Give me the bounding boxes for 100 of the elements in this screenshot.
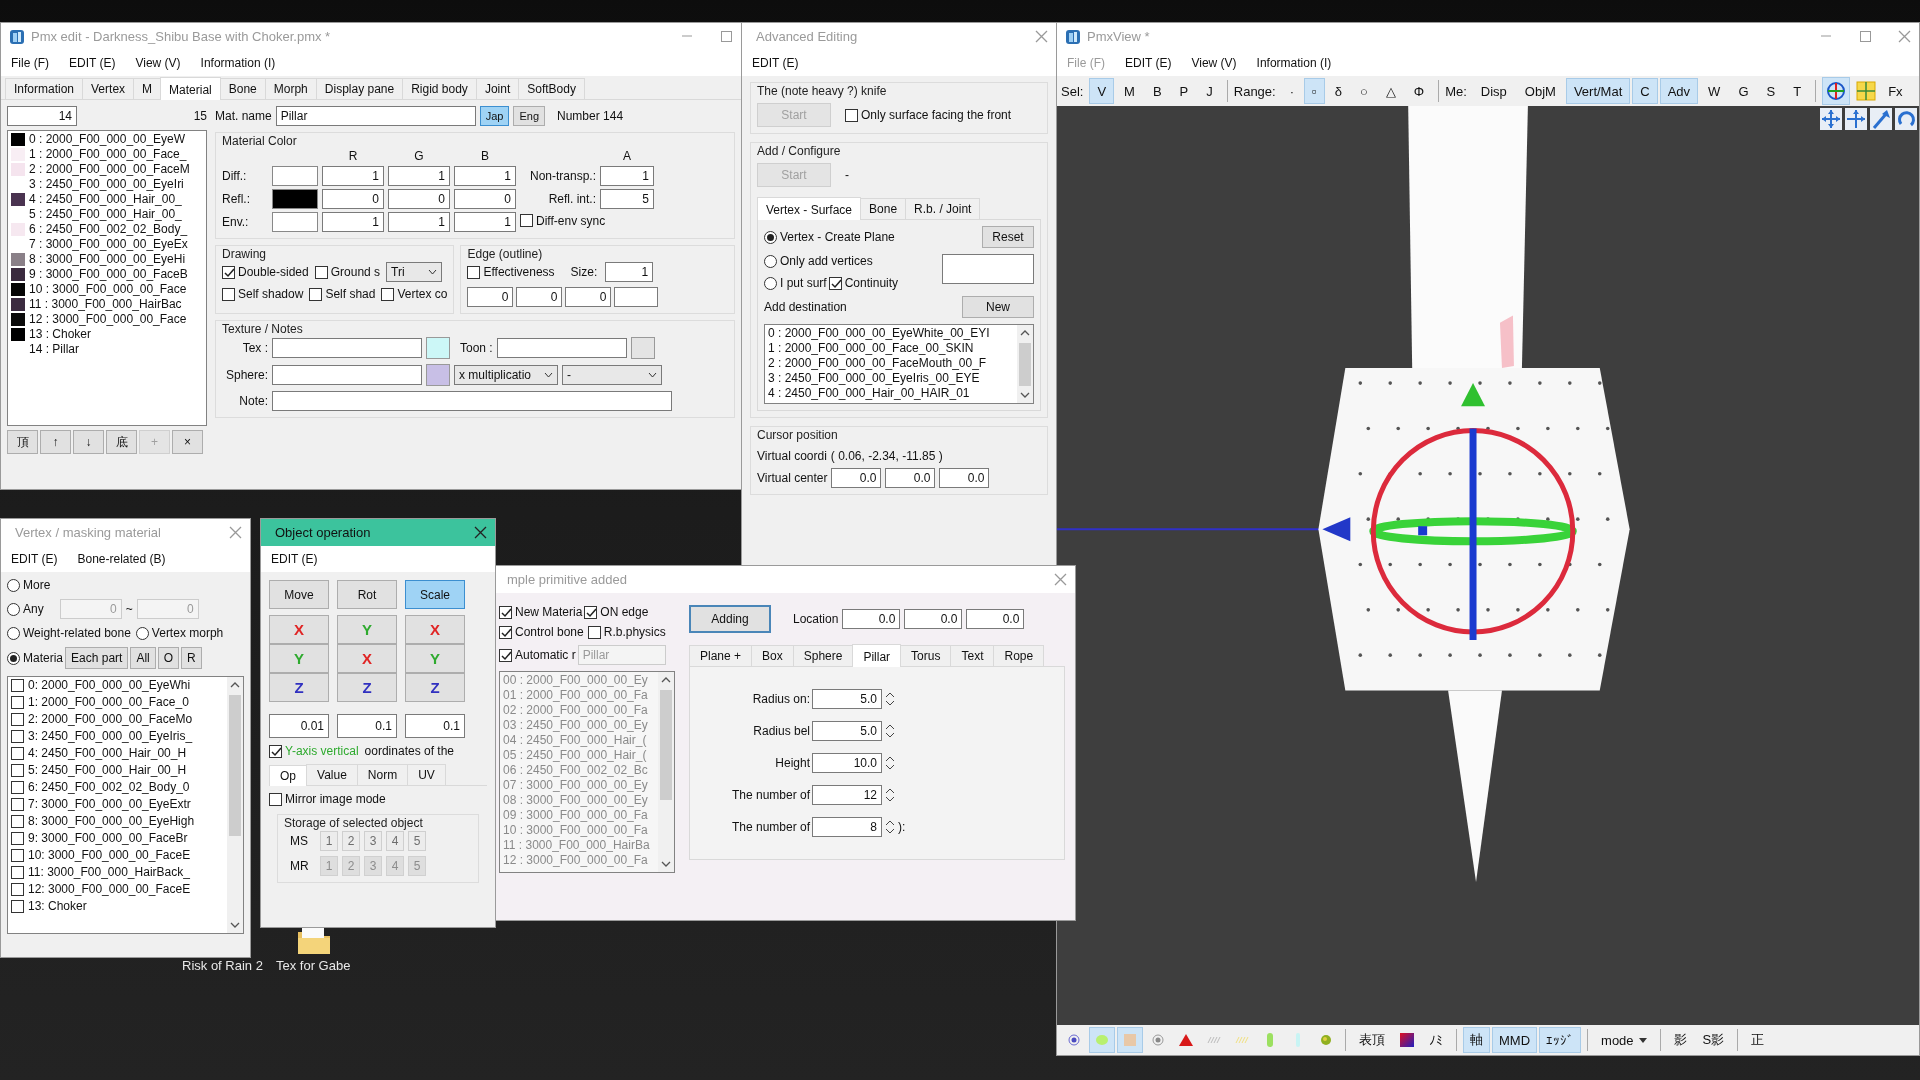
close-icon[interactable]: [474, 526, 487, 539]
toolbar-button[interactable]: ﾉﾐ: [1422, 1027, 1450, 1053]
input-field[interactable]: 1: [388, 212, 450, 232]
tab[interactable]: SoftBody: [518, 78, 585, 99]
input-field[interactable]: 1: [322, 212, 384, 232]
checkbox[interactable]: [11, 832, 24, 845]
radio-button[interactable]: [7, 602, 20, 616]
radio-button[interactable]: [7, 626, 20, 640]
toolbar-button[interactable]: P: [1171, 78, 1197, 104]
toolbar-button[interactable]: M: [1116, 78, 1143, 104]
desktop-icon-label[interactable]: Tex for Gabe: [276, 958, 351, 973]
tab[interactable]: R.b. / Joint: [905, 198, 981, 219]
list-item[interactable]: 14 : Pillar: [11, 342, 203, 357]
move-arrows-icon[interactable]: [1845, 108, 1867, 130]
button[interactable]: 1: [320, 831, 338, 851]
input-field[interactable]: [272, 338, 422, 358]
menu-item[interactable]: EDIT (E): [1125, 56, 1172, 70]
list-item[interactable]: 0: 2000_F00_000_00_EyeWhi: [28, 678, 191, 693]
list-item[interactable]: 2 : 2000_F00_000_00_FaceMouth_00_F: [768, 356, 1014, 371]
tab[interactable]: UV: [407, 764, 446, 785]
list-item[interactable]: 11: 3000_F00_000_HairBack_: [28, 865, 190, 880]
checkbox[interactable]: [314, 265, 328, 279]
input-field[interactable]: 0: [516, 287, 563, 307]
button[interactable]: Reset: [982, 226, 1034, 248]
toolbar-button[interactable]: S: [1758, 78, 1784, 104]
input-field[interactable]: 0: [322, 189, 384, 209]
tab[interactable]: Information: [5, 78, 84, 99]
button[interactable]: X: [405, 615, 465, 644]
tab[interactable]: Rope: [993, 645, 1045, 666]
button[interactable]: 頂: [7, 430, 38, 454]
toolbar-button[interactable]: Adv: [1659, 78, 1699, 104]
input-field[interactable]: 14: [7, 106, 77, 126]
toolbar-button[interactable]: △: [1377, 78, 1404, 104]
list-item[interactable]: 9 : 3000_F00_000_00_FaceB: [11, 267, 203, 282]
input-field[interactable]: 0: [454, 189, 516, 209]
button[interactable]: ×: [172, 430, 203, 454]
list-item[interactable]: 0 : 2000_F00_000_00_EyeW: [11, 132, 203, 147]
input-field[interactable]: 0.01: [269, 714, 329, 738]
button[interactable]: X: [337, 644, 397, 673]
button[interactable]: Rot: [337, 580, 397, 609]
list-item[interactable]: 6: 2450_F00_002_02_Body_0: [28, 780, 190, 795]
input-field[interactable]: [272, 391, 672, 411]
input-field[interactable]: Pillar: [275, 106, 476, 126]
button[interactable]: Jap: [479, 106, 510, 126]
toolbar-button[interactable]: J: [1198, 78, 1221, 104]
input-field[interactable]: [272, 365, 422, 385]
input-field[interactable]: [942, 254, 1034, 284]
toolbar-button[interactable]: Disp: [1472, 78, 1515, 104]
toolbar-button[interactable]: C: [1632, 78, 1658, 104]
checkbox[interactable]: [309, 287, 323, 301]
maximize-icon[interactable]: [1859, 30, 1872, 43]
list-item[interactable]: 3 : 2450_F00_000_00_EyeIris_00_EYE: [768, 371, 1014, 386]
list-item[interactable]: 3 : 2450_F00_000_00_EyeIri: [11, 177, 203, 192]
toolbar-button[interactable]: S影: [1695, 1027, 1732, 1053]
tab[interactable]: Morph: [264, 78, 317, 99]
tab[interactable]: Text: [950, 645, 995, 666]
checkbox[interactable]: [11, 900, 24, 913]
radio-button[interactable]: [764, 254, 777, 268]
checkbox[interactable]: [520, 214, 533, 228]
list-item[interactable]: 5 : 2450_F00_000_Hair_00_: [11, 207, 203, 222]
button[interactable]: New: [962, 296, 1034, 318]
checkbox[interactable]: [11, 764, 24, 777]
checkbox[interactable]: [587, 625, 601, 639]
input-field[interactable]: [614, 287, 659, 307]
list-item[interactable]: 1: 2000_F00_000_00_Face_0: [28, 695, 189, 710]
tab[interactable]: Pillar: [852, 644, 902, 667]
button[interactable]: Z: [405, 673, 465, 702]
spin-field[interactable]: 5.0: [812, 689, 882, 709]
button[interactable]: X: [269, 615, 329, 644]
button[interactable]: 4: [386, 831, 404, 851]
checkbox[interactable]: [499, 625, 512, 639]
button[interactable]: All: [130, 647, 156, 669]
dropdown[interactable]: x multiplicatio: [454, 365, 558, 385]
toolbar-button[interactable]: Fx: [1882, 83, 1909, 99]
button[interactable]: Z: [337, 673, 397, 702]
toolbar-button[interactable]: V: [1089, 78, 1115, 104]
checkbox[interactable]: [11, 696, 24, 709]
rotate-icon[interactable]: [1895, 108, 1917, 130]
checkbox[interactable]: [222, 287, 235, 301]
menu-item[interactable]: Bone-related (B): [77, 552, 166, 566]
input-field[interactable]: 1: [388, 166, 450, 186]
button[interactable]: Eng: [513, 106, 546, 126]
tab[interactable]: Material: [160, 77, 221, 100]
checkbox[interactable]: [11, 730, 24, 743]
list-item[interactable]: 13: Choker: [28, 899, 87, 914]
toolbar-button[interactable]: 表頂: [1352, 1027, 1392, 1053]
input-field[interactable]: 0.0: [904, 609, 963, 629]
input-field[interactable]: 5: [600, 189, 654, 209]
input-field[interactable]: 0.1: [337, 714, 397, 738]
list-item[interactable]: 12: 3000_F00_000_00_FaceE: [28, 882, 191, 897]
toolbar-button[interactable]: Vert/Mat: [1565, 78, 1631, 104]
tab[interactable]: Plane +: [689, 645, 753, 666]
list-item[interactable]: 6 : 2450_F00_002_02_Body_: [11, 222, 203, 237]
dropdown[interactable]: -: [562, 365, 662, 385]
tab[interactable]: Display pane: [315, 78, 404, 99]
list-item[interactable]: 12 : 3000_F00_000_00_Face: [11, 312, 203, 327]
list-item[interactable]: 10: 3000_F00_000_00_FaceE: [28, 848, 191, 863]
button[interactable]: ↑: [40, 430, 71, 454]
button[interactable]: 3: [364, 831, 382, 851]
menu-item[interactable]: EDIT (E): [271, 552, 318, 566]
